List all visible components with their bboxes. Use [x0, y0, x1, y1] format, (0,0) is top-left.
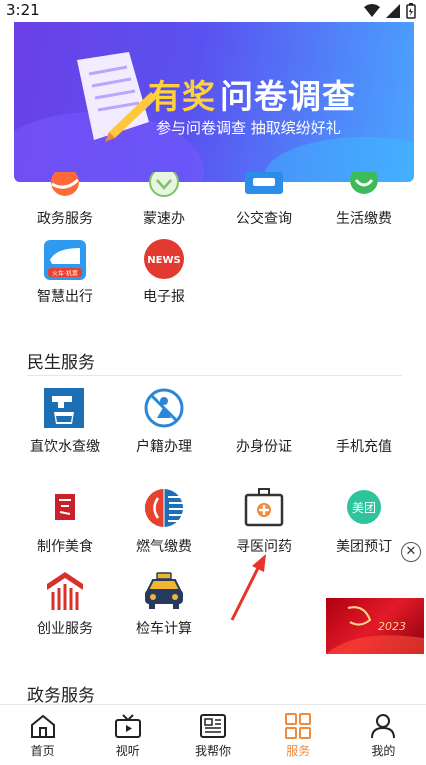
promo-banner[interactable]: 2023	[326, 598, 424, 654]
survey-paper-icon	[77, 52, 157, 142]
close-icon: ✕	[405, 544, 417, 559]
wifi-icon	[364, 4, 380, 17]
bottom-nav: 首页 视听 我帮你 服务 我的	[0, 704, 426, 765]
train-icon: 火车·机票	[44, 240, 86, 280]
service-label: 蒙速办	[143, 211, 185, 227]
nav-label: 服务	[286, 744, 311, 758]
status-time: 3:21	[6, 1, 40, 19]
service-payment[interactable]: 生活缴费	[314, 172, 414, 228]
service-label: 公交查询	[236, 211, 292, 227]
medical-kit-icon	[244, 488, 284, 527]
meituan-icon: 美团	[347, 490, 381, 524]
service-government[interactable]: 政务服务	[15, 172, 115, 228]
nav-label: 首页	[30, 744, 55, 758]
newspaper-icon	[200, 714, 226, 738]
signal-icon	[386, 4, 400, 18]
water-tap-icon	[44, 388, 84, 428]
service-label: 电子报	[143, 289, 185, 305]
news-icon: NEWS	[144, 239, 184, 279]
service-label: 检车计算	[136, 621, 192, 637]
service-bus[interactable]: 公交查询	[214, 172, 314, 228]
home-icon	[30, 714, 55, 738]
service-mengsuban[interactable]: 蒙速办	[114, 172, 214, 228]
promo-decoration	[326, 606, 424, 654]
service-label: 直饮水查缴	[30, 439, 100, 455]
service-label: 创业服务	[37, 621, 93, 637]
nav-label: 我的	[371, 744, 396, 758]
startup-icon	[47, 572, 83, 610]
service-e-newspaper[interactable]: NEWS 电子报	[114, 238, 214, 306]
pointer-arrow	[230, 554, 266, 621]
food-icon	[55, 494, 75, 520]
user-icon	[371, 714, 396, 739]
svg-text:美团: 美团	[352, 501, 376, 515]
status-bar: 3:21	[0, 0, 426, 22]
service-label: 办身份证	[236, 439, 292, 455]
service-car-inspection[interactable]: 检车计算	[114, 570, 214, 638]
battery-icon	[406, 3, 416, 19]
service-label: 美团预订	[336, 539, 392, 555]
nav-video[interactable]: 视听	[85, 705, 170, 765]
phone-topup-icon	[341, 388, 387, 434]
promo-text: 2023	[378, 620, 406, 633]
svg-text:火车·机票: 火车·机票	[52, 270, 78, 278]
banner-title: 问卷调查	[220, 77, 356, 116]
nav-label: 我帮你	[195, 744, 232, 758]
nav-mine[interactable]: 我的	[341, 705, 426, 765]
service-label: 智慧出行	[37, 289, 93, 305]
service-label: 制作美食	[37, 539, 93, 555]
banner-title-highlight: 有奖	[148, 77, 216, 116]
household-icon	[144, 388, 184, 428]
service-startup[interactable]: 创业服务	[15, 570, 115, 638]
gas-icon	[145, 489, 183, 527]
service-label: 生活缴费	[336, 211, 392, 227]
close-float-button[interactable]: ✕	[401, 542, 421, 562]
nav-help[interactable]: 我帮你	[170, 705, 255, 765]
section-divider	[27, 375, 402, 376]
id-card-icon	[241, 388, 287, 434]
taxi-icon	[145, 572, 183, 609]
service-gas[interactable]: 燃气缴费	[114, 488, 214, 556]
survey-banner[interactable]: 有奖 问卷调查 参与问卷调查 抽取缤纷好礼	[14, 22, 414, 182]
service-medical[interactable]: 寻医问药	[214, 488, 314, 556]
service-water[interactable]: 直饮水查缴	[15, 388, 115, 456]
service-phone-topup[interactable]: 手机充值	[314, 388, 414, 456]
section-title-government: 政务服务	[27, 686, 95, 706]
service-label: 手机充值	[336, 439, 392, 455]
video-icon	[114, 714, 141, 738]
nav-home[interactable]: 首页	[0, 705, 85, 765]
service-food[interactable]: 制作美食	[15, 488, 115, 556]
section-title-minsheng: 民生服务	[27, 353, 95, 373]
svg-text:NEWS: NEWS	[147, 255, 180, 266]
nav-service[interactable]: 服务	[256, 705, 341, 765]
nav-label: 视听	[115, 744, 140, 758]
service-label: 燃气缴费	[136, 539, 192, 555]
grid-icon	[285, 713, 312, 739]
status-icons	[364, 3, 416, 19]
banner-subtitle: 参与问卷调查 抽取缤纷好礼	[156, 119, 341, 137]
service-household[interactable]: 户籍办理	[114, 388, 214, 456]
service-label: 户籍办理	[136, 439, 192, 455]
service-meituan[interactable]: 美团 美团预订	[314, 488, 414, 556]
service-label: 政务服务	[37, 211, 93, 227]
service-smart-travel[interactable]: 火车·机票 智慧出行	[15, 238, 115, 306]
service-id-card[interactable]: 办身份证	[214, 388, 314, 456]
